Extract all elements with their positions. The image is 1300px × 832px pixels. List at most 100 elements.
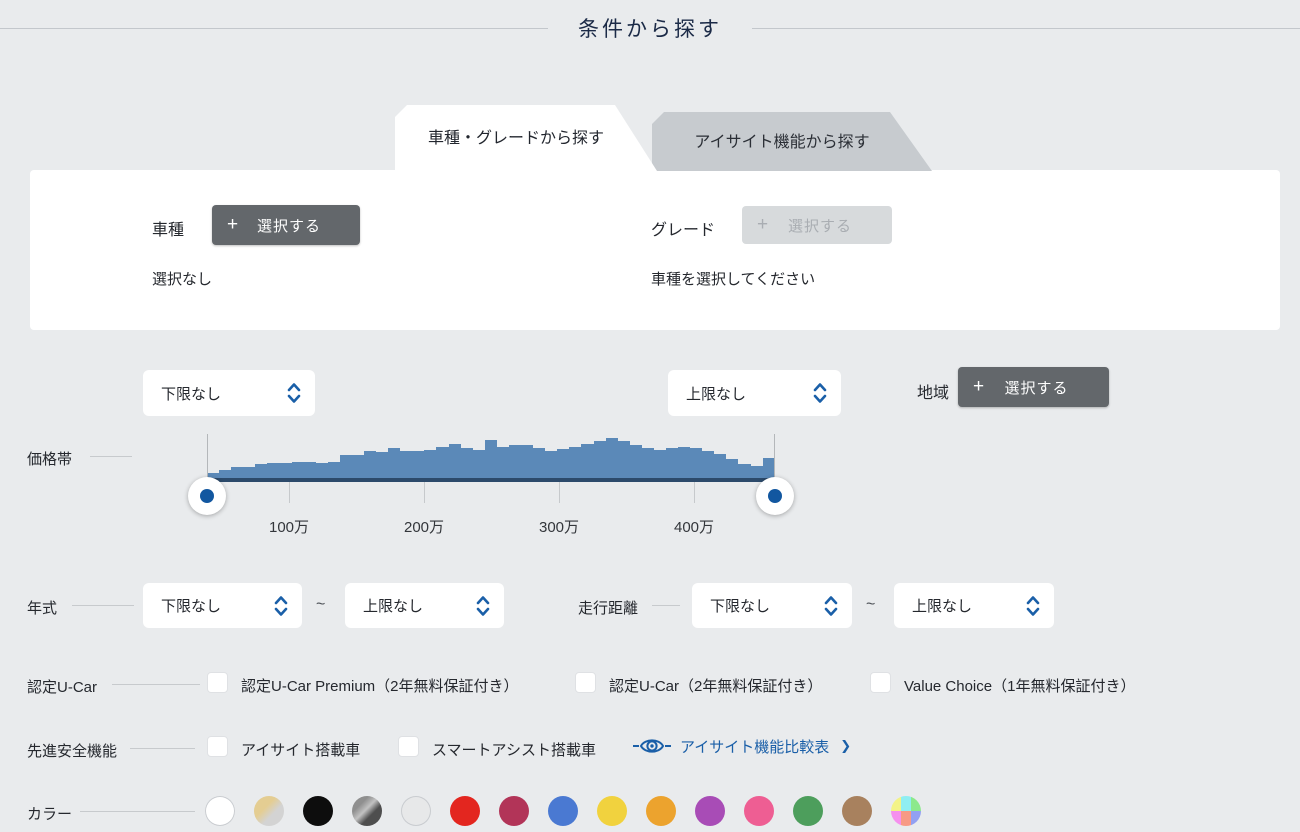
color-swatch-white[interactable] (205, 796, 235, 826)
color-leader-line (80, 811, 195, 812)
eyesight-comparison-link-label: アイサイト機能比較表 (680, 736, 829, 757)
plus-icon: + (212, 214, 238, 236)
chevron-up-down-icon (824, 595, 838, 617)
color-swatch-multicolor[interactable] (891, 796, 921, 826)
plus-icon: + (958, 376, 984, 398)
safety-leader-line (130, 748, 195, 749)
histogram-bar (340, 455, 352, 478)
histogram-bar (485, 440, 497, 478)
grade-placeholder-text: 車種を選択してください (651, 268, 815, 289)
year-max-select[interactable]: 上限なし (345, 583, 504, 628)
slider-right-bound-line (774, 434, 775, 479)
color-swatch-orange[interactable] (646, 796, 676, 826)
histogram-bar (292, 462, 304, 478)
eyesight-comparison-link[interactable]: アイサイト機能比較表 ❯ (633, 735, 851, 757)
checkbox-smart-assist-equipped[interactable] (398, 736, 419, 757)
region-select-button[interactable]: + 選択する (958, 367, 1109, 407)
color-swatch-red[interactable] (450, 796, 480, 826)
color-swatch-brown[interactable] (842, 796, 872, 826)
histogram-bar (630, 445, 642, 478)
model-selection-status: 選択なし (152, 268, 212, 289)
histogram-bar (388, 448, 400, 478)
checkbox-certified-premium[interactable] (207, 672, 228, 693)
multicolor-cell (911, 796, 921, 811)
checkbox-certified-ucar[interactable] (575, 672, 596, 693)
histogram-bar (569, 447, 581, 478)
model-label: 車種 (152, 216, 184, 240)
region-select-button-label: 選択する (984, 377, 1109, 398)
multicolor-cell (911, 811, 921, 826)
histogram-bar (267, 463, 279, 478)
histogram-bar (618, 441, 630, 478)
slider-max-handle[interactable] (756, 477, 794, 515)
certified-leader-line (112, 684, 200, 685)
histogram-bar (231, 467, 243, 478)
histogram-bar (509, 445, 521, 478)
histogram-bar (533, 448, 545, 478)
multicolor-cell (901, 796, 911, 811)
histogram-bar (738, 464, 750, 478)
color-swatch-champagne-silver[interactable] (254, 796, 284, 826)
histogram-bar (714, 454, 726, 478)
page-title-row: 条件から探す (0, 13, 1300, 43)
histogram-bar (642, 448, 654, 478)
color-swatch-pink[interactable] (744, 796, 774, 826)
price-range-slider: 100万 200万 300万 400万 (207, 434, 775, 564)
axis-tick (289, 482, 290, 503)
price-min-select[interactable]: 下限なし (143, 370, 315, 416)
mileage-min-select[interactable]: 下限なし (692, 583, 852, 628)
checkbox-certified-premium-label: 認定U-Car Premium（2年無料保証付き） (241, 675, 519, 696)
color-swatch-blue[interactable] (548, 796, 578, 826)
checkbox-value-choice-label: Value Choice（1年無料保証付き） (904, 675, 1135, 696)
histogram-bar (606, 438, 618, 478)
color-swatches (205, 796, 921, 826)
color-swatch-green[interactable] (793, 796, 823, 826)
color-swatch-purple[interactable] (695, 796, 725, 826)
chevron-up-down-icon (274, 595, 288, 617)
mileage-max-select[interactable]: 上限なし (894, 583, 1054, 628)
axis-tick (694, 482, 695, 503)
price-max-value: 上限なし (686, 383, 813, 404)
histogram-bar (243, 467, 255, 478)
checkbox-value-choice[interactable] (870, 672, 891, 693)
color-swatch-wine-red[interactable] (499, 796, 529, 826)
title-rule-right (752, 28, 1300, 29)
chevron-up-down-icon (287, 382, 301, 404)
grade-label: グレード (651, 216, 715, 240)
region-label: 地域 (917, 379, 949, 403)
year-leader-line (72, 605, 134, 606)
histogram-bar (726, 459, 738, 478)
axis-tick-label: 100万 (249, 516, 329, 537)
price-leader-line (90, 456, 132, 457)
axis-tick (424, 482, 425, 503)
histogram-bar (545, 451, 557, 478)
color-swatch-gray-two-tone[interactable] (352, 796, 382, 826)
grade-select-button[interactable]: + 選択する (742, 206, 892, 244)
histogram-bar (666, 448, 678, 478)
color-swatch-black[interactable] (303, 796, 333, 826)
histogram-bar (328, 462, 340, 478)
year-range-tilde: ~ (316, 596, 325, 614)
model-select-button[interactable]: + 選択する (212, 205, 360, 245)
multicolor-cell (901, 811, 911, 826)
color-swatch-silver[interactable] (401, 796, 431, 826)
histogram-bar (521, 445, 533, 478)
slider-min-handle[interactable] (188, 477, 226, 515)
tab-model-grade-search[interactable]: 車種・グレードから探す (395, 105, 657, 171)
year-min-value: 下限なし (161, 595, 274, 616)
color-swatch-yellow[interactable] (597, 796, 627, 826)
price-max-select[interactable]: 上限なし (668, 370, 841, 416)
checkbox-eyesight-equipped[interactable] (207, 736, 228, 757)
histogram-bar (557, 449, 569, 478)
mileage-max-value: 上限なし (912, 595, 1026, 616)
tab-eyesight-search[interactable]: アイサイト機能から探す (652, 112, 932, 171)
slider-handle-dot (768, 489, 782, 503)
histogram-bar (304, 462, 316, 478)
year-min-select[interactable]: 下限なし (143, 583, 302, 628)
year-max-value: 上限なし (363, 595, 476, 616)
chevron-right-icon: ❯ (840, 738, 851, 754)
certified-ucar-label: 認定U-Car (27, 676, 97, 697)
price-band-label: 価格帯 (27, 448, 72, 469)
histogram-bar (449, 444, 461, 478)
model-select-button-label: 選択する (238, 215, 360, 236)
